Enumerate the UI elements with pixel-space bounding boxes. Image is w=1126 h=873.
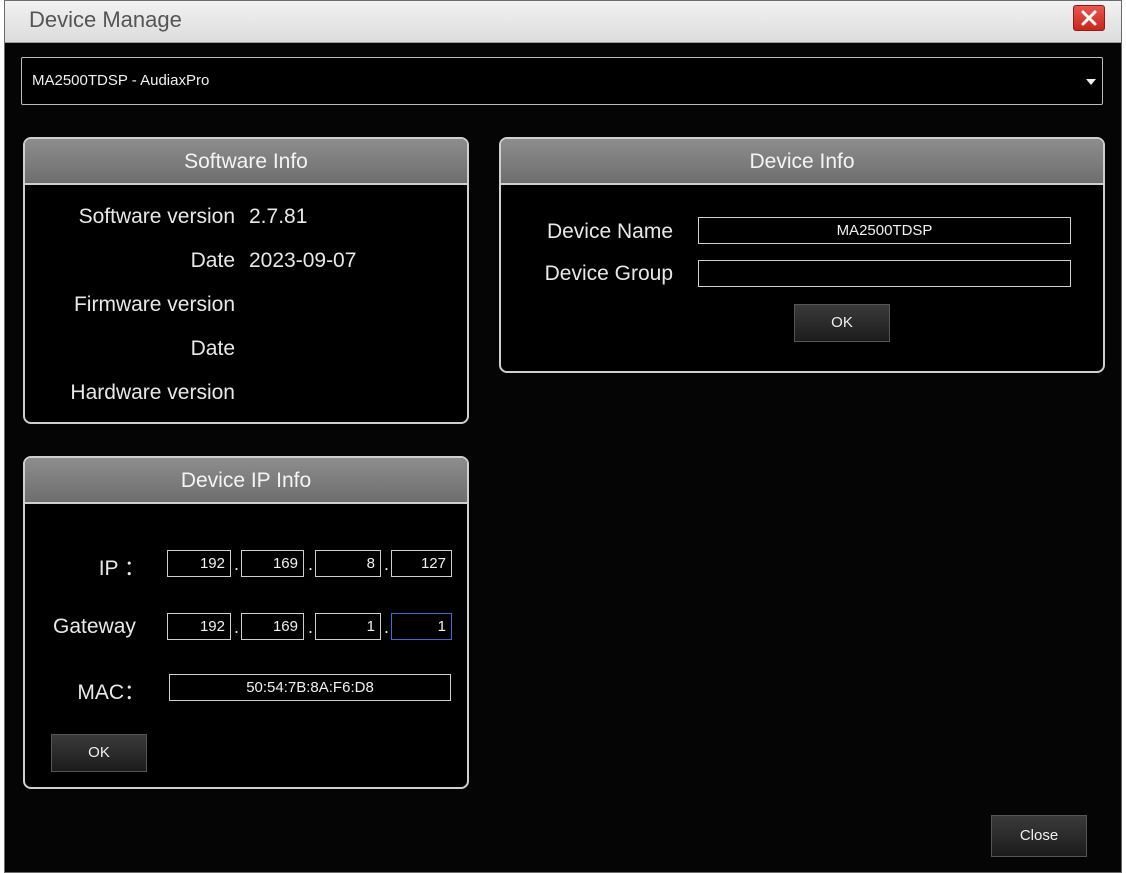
software-info-panel: Software Info Software version 2.7.81 Da… <box>23 137 469 424</box>
ip-ok-button[interactable]: OK <box>51 734 147 772</box>
device-group-field[interactable] <box>698 260 1071 287</box>
ip-octet-4[interactable]: 127 <box>391 550 452 577</box>
software-info-header: Software Info <box>25 139 467 185</box>
device-ip-info-panel: Device IP Info IP ： 192 . 169 . 8 . 127 … <box>23 456 469 789</box>
close-icon <box>1081 10 1097 26</box>
ip-octet-2[interactable]: 169 <box>241 550 304 577</box>
device-group-label: Device Group <box>544 262 673 285</box>
device-name-label: Device Name <box>546 220 673 243</box>
firmware-date-label: Date <box>190 337 235 360</box>
ip-dot: . <box>384 554 390 574</box>
firmware-version-label: Firmware version <box>73 293 235 316</box>
gateway-dot: . <box>234 617 240 637</box>
device-info-panel: Device Info Device Name MA2500TDSP Devic… <box>499 137 1105 373</box>
device-select[interactable]: MA2500TDSP - AudiaxPro <box>21 57 1103 105</box>
device-name-field[interactable]: MA2500TDSP <box>698 217 1071 244</box>
chevron-down-icon[interactable] <box>1086 79 1096 85</box>
device-info-ok-button[interactable]: OK <box>794 304 890 342</box>
hardware-version-label: Hardware version <box>70 381 235 404</box>
software-date-value: 2023-09-07 <box>249 249 357 272</box>
gateway-label: Gateway <box>53 615 136 638</box>
software-version-value: 2.7.81 <box>249 205 308 228</box>
ip-octet-1[interactable]: 192 <box>167 550 231 577</box>
software-version-label: Software version <box>78 205 235 228</box>
close-button[interactable]: Close <box>991 815 1087 857</box>
software-date-label: Date <box>190 249 235 272</box>
device-info-header: Device Info <box>501 139 1103 185</box>
device-manage-window: Device Manage MA2500TDSP - AudiaxPro Sof… <box>4 0 1122 873</box>
device-ip-info-header: Device IP Info <box>25 458 467 504</box>
device-select-value: MA2500TDSP - AudiaxPro <box>32 72 210 89</box>
ip-dot: . <box>308 554 314 574</box>
gateway-octet-4[interactable]: 1 <box>391 613 452 640</box>
gateway-octet-1[interactable]: 192 <box>167 613 231 640</box>
ip-octet-3[interactable]: 8 <box>315 550 381 577</box>
gateway-octet-2[interactable]: 169 <box>241 613 304 640</box>
gateway-dot: . <box>308 617 314 637</box>
mac-label: MAC： <box>77 681 145 704</box>
gateway-octet-3[interactable]: 1 <box>315 613 381 640</box>
ip-label: IP ： <box>98 557 145 580</box>
gateway-dot: . <box>384 617 390 637</box>
mac-field[interactable]: 50:54:7B:8A:F6:D8 <box>169 674 451 701</box>
title-bar: Device Manage <box>5 1 1121 43</box>
ip-dot: . <box>234 554 240 574</box>
window-title: Device Manage <box>29 7 182 32</box>
window-close-button[interactable] <box>1073 5 1105 31</box>
